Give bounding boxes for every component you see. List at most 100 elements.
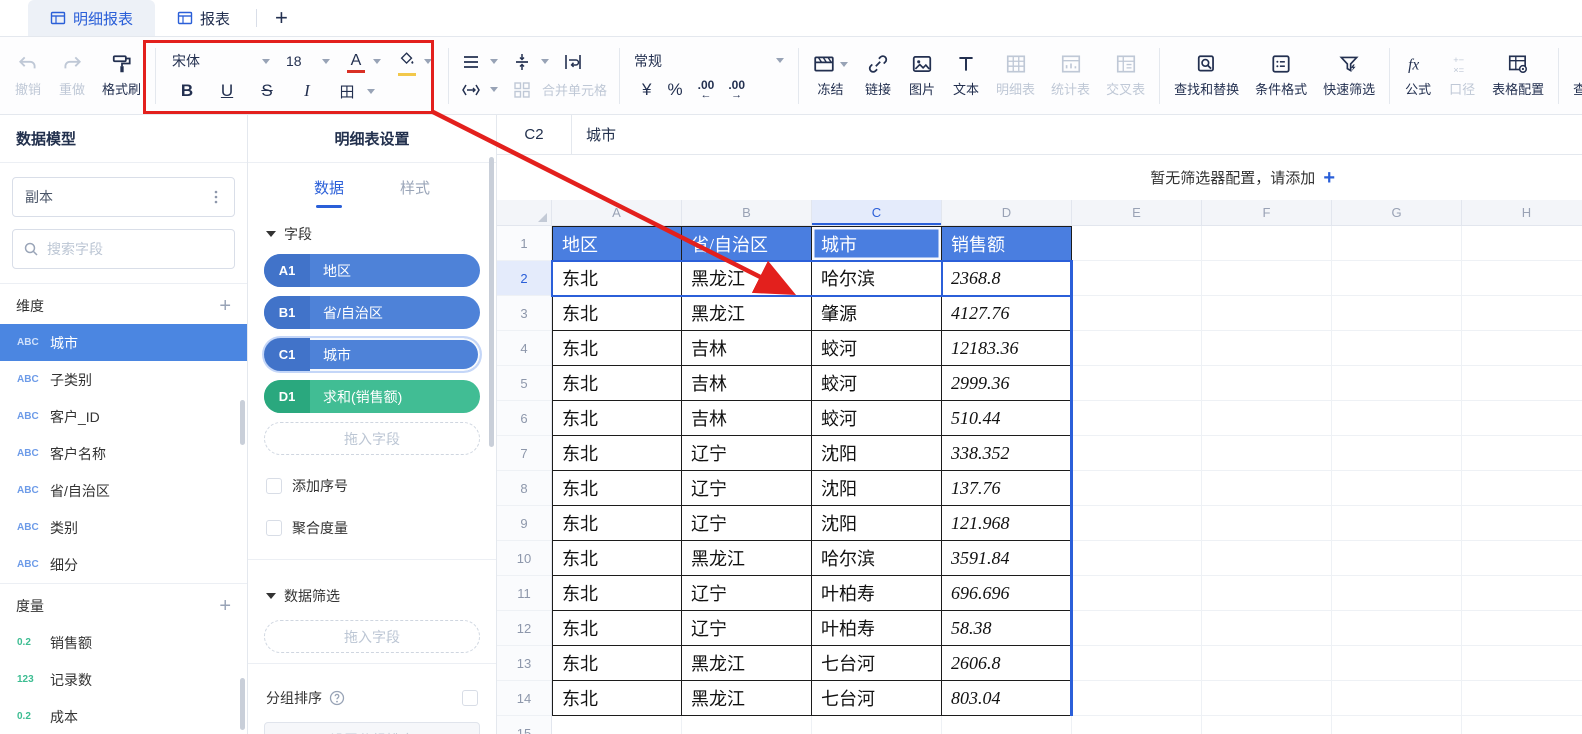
cell-A6[interactable]: 东北 xyxy=(552,401,682,436)
wrap-text-icon[interactable] xyxy=(563,52,583,72)
fill-color-button[interactable] xyxy=(395,50,419,73)
cross-table-button[interactable]: 交叉表 xyxy=(1098,53,1153,98)
cell-H14[interactable] xyxy=(1462,681,1582,716)
cell-C10[interactable]: 哈尔滨 xyxy=(812,541,942,576)
cell-F3[interactable] xyxy=(1202,296,1332,331)
add-dimension-button[interactable]: + xyxy=(219,296,231,316)
cell-A14[interactable]: 东北 xyxy=(552,681,682,716)
cell-C14[interactable]: 七台河 xyxy=(812,681,942,716)
row-header-9[interactable]: 9 xyxy=(497,506,552,541)
cell-E9[interactable] xyxy=(1072,506,1202,541)
format-painter-button[interactable]: 格式刷 xyxy=(94,53,149,98)
font-color-button[interactable]: A xyxy=(344,52,368,70)
formula-input[interactable]: 城市 xyxy=(572,115,1582,154)
add-index-checkbox[interactable] xyxy=(266,478,282,494)
cell-F13[interactable] xyxy=(1202,646,1332,681)
row-header-14[interactable]: 14 xyxy=(497,681,552,716)
detail-table-button[interactable]: 明细表 xyxy=(988,53,1043,98)
cell-B14[interactable]: 黑龙江 xyxy=(682,681,812,716)
cell-A9[interactable]: 东北 xyxy=(552,506,682,541)
cell-A12[interactable]: 东北 xyxy=(552,611,682,646)
redo-button[interactable]: 重做 xyxy=(50,53,94,98)
cell-A1[interactable]: 地区 xyxy=(552,226,682,261)
cell-H8[interactable] xyxy=(1462,471,1582,506)
field-pill-C1[interactable]: C1城市 xyxy=(264,338,480,371)
cell-B1[interactable]: 省/自治区 xyxy=(682,226,812,261)
cell-F4[interactable] xyxy=(1202,331,1332,366)
add-tab-button[interactable]: + xyxy=(261,0,302,36)
cell-B12[interactable]: 辽宁 xyxy=(682,611,812,646)
chevron-down-icon[interactable] xyxy=(490,59,498,64)
image-button[interactable]: 图片 xyxy=(900,53,944,98)
cell-G11[interactable] xyxy=(1332,576,1462,611)
cell-E2[interactable] xyxy=(1072,261,1202,296)
cell-C11[interactable]: 叶柏寿 xyxy=(812,576,942,611)
conditional-format-button[interactable]: 条件格式 xyxy=(1247,53,1315,98)
increase-decimal-button[interactable]: .00→ xyxy=(728,79,745,101)
cell-C4[interactable]: 蛟河 xyxy=(812,331,942,366)
cell-G9[interactable] xyxy=(1332,506,1462,541)
font-family-select[interactable]: 宋体 xyxy=(172,51,270,71)
cell-C7[interactable]: 沈阳 xyxy=(812,436,942,471)
caliber-button[interactable]: +−×=口径 xyxy=(1440,53,1484,98)
cell-B10[interactable]: 黑龙江 xyxy=(682,541,812,576)
cell-G7[interactable] xyxy=(1332,436,1462,471)
cell-E12[interactable] xyxy=(1072,611,1202,646)
cell-D11[interactable]: 696.696 xyxy=(942,576,1072,611)
field-pill-A1[interactable]: A1地区 xyxy=(264,254,480,287)
row-header-13[interactable]: 13 xyxy=(497,646,552,681)
row-header-10[interactable]: 10 xyxy=(497,541,552,576)
cell-E15[interactable] xyxy=(1072,716,1202,734)
drop-field-zone[interactable]: 拖入字段 xyxy=(264,422,480,455)
cell-H4[interactable] xyxy=(1462,331,1582,366)
sidebar-item-类别[interactable]: ABC类别 xyxy=(0,509,247,546)
filter-section-header[interactable]: 数据筛选 xyxy=(248,570,496,616)
cell-H9[interactable] xyxy=(1462,506,1582,541)
cell-B5[interactable]: 吉林 xyxy=(682,366,812,401)
chevron-down-icon[interactable] xyxy=(541,59,549,64)
tab-detail-report[interactable]: 明细报表 xyxy=(28,0,155,36)
sidebar-item-省/自治区[interactable]: ABC省/自治区 xyxy=(0,472,247,509)
cell-B7[interactable]: 辽宁 xyxy=(682,436,812,471)
row-header-2[interactable]: 2 xyxy=(497,261,552,296)
cell-F9[interactable] xyxy=(1202,506,1332,541)
italic-button[interactable]: I xyxy=(292,81,322,101)
merge-cells-button[interactable]: 合并单元格 xyxy=(542,80,607,99)
cell-H12[interactable] xyxy=(1462,611,1582,646)
row-header-11[interactable]: 11 xyxy=(497,576,552,611)
cell-G14[interactable] xyxy=(1332,681,1462,716)
number-format-select[interactable]: 常规 xyxy=(634,51,784,71)
search-input[interactable] xyxy=(47,241,224,257)
tab-report[interactable]: 报表 xyxy=(155,0,252,36)
row-header-15[interactable]: 15 xyxy=(497,716,552,734)
cell-G6[interactable] xyxy=(1332,401,1462,436)
cell-A8[interactable]: 东北 xyxy=(552,471,682,506)
cell-B9[interactable]: 辽宁 xyxy=(682,506,812,541)
cell-C12[interactable]: 叶柏寿 xyxy=(812,611,942,646)
cell-D13[interactable]: 2606.8 xyxy=(942,646,1072,681)
add-filter-button[interactable]: + xyxy=(1323,168,1335,188)
cell-D2[interactable]: 2368.8 xyxy=(942,261,1072,296)
sidebar-scrollbar[interactable] xyxy=(240,400,245,445)
cell-G12[interactable] xyxy=(1332,611,1462,646)
cell-E11[interactable] xyxy=(1072,576,1202,611)
cell-G10[interactable] xyxy=(1332,541,1462,576)
help-icon[interactable] xyxy=(329,690,345,706)
panel-scrollbar[interactable] xyxy=(489,157,494,447)
link-button[interactable]: 链接 xyxy=(856,53,900,98)
cell-A15[interactable] xyxy=(552,716,682,734)
cell-G13[interactable] xyxy=(1332,646,1462,681)
cell-C6[interactable]: 蛟河 xyxy=(812,401,942,436)
cell-H6[interactable] xyxy=(1462,401,1582,436)
cell-E7[interactable] xyxy=(1072,436,1202,471)
stats-table-button[interactable]: 统计表 xyxy=(1043,53,1098,98)
tab-data[interactable]: 数据 xyxy=(314,177,344,208)
cell-A11[interactable]: 东北 xyxy=(552,576,682,611)
cell-H3[interactable] xyxy=(1462,296,1582,331)
cell-E13[interactable] xyxy=(1072,646,1202,681)
sidebar-scrollbar[interactable] xyxy=(240,678,245,730)
cell-B6[interactable]: 吉林 xyxy=(682,401,812,436)
dataset-selector[interactable]: 副本 xyxy=(12,177,235,217)
cell-H2[interactable] xyxy=(1462,261,1582,296)
cell-D7[interactable]: 338.352 xyxy=(942,436,1072,471)
